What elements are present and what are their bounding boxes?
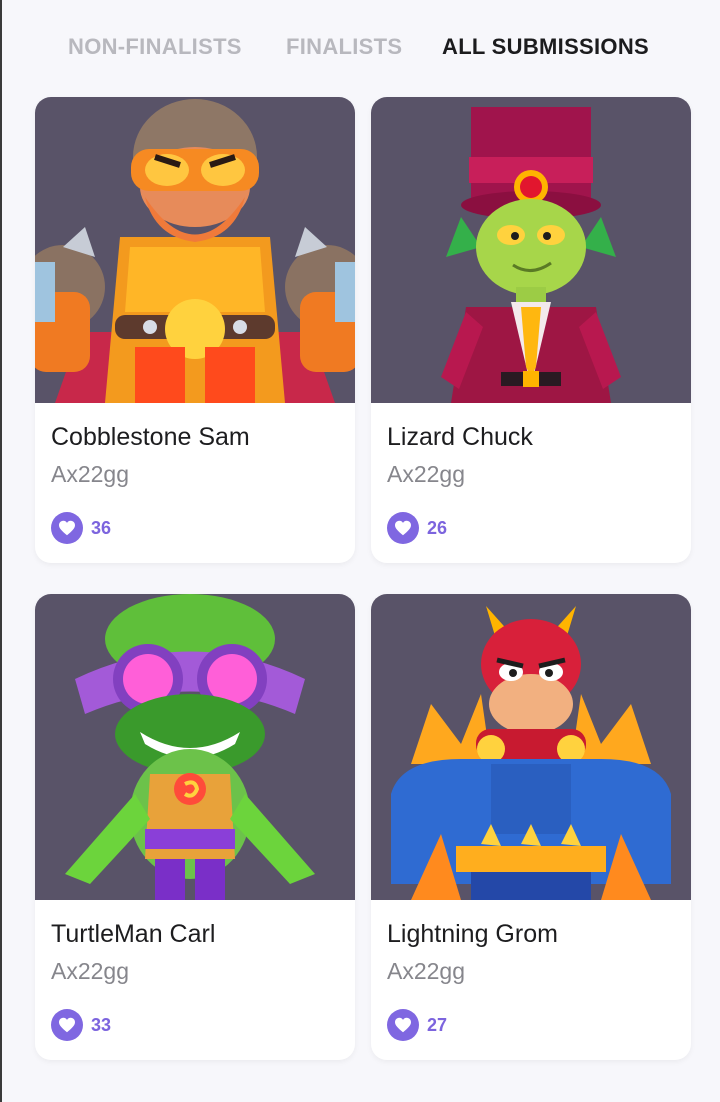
like-count: 33 [91,1015,112,1035]
submission-card-cobblestone-sam[interactable]: Cobblestone Sam Ax22gg 36 [35,97,355,563]
submission-author: Ax22gg [51,958,130,984]
submission-card-lizard-chuck[interactable]: Lizard Chuck Ax22gg 26 [371,97,691,563]
submission-image [371,97,691,403]
submission-card-lightning-grom[interactable]: Lightning Grom Ax22gg 27 [371,594,691,1060]
like-button[interactable] [387,1009,419,1041]
tab-all-submissions[interactable]: ALL SUBMISSIONS [442,34,649,60]
like-count: 36 [91,518,112,538]
submission-image [371,594,691,900]
page: NON-FINALISTS FINALISTS ALL SUBMISSIONS [0,0,720,1102]
submission-image [35,97,355,403]
heart-icon [59,1017,75,1033]
submission-author: Ax22gg [51,461,130,487]
submission-title: Lightning Grom [387,920,558,948]
tab-finalists[interactable]: FINALISTS [286,34,402,60]
submission-title: Cobblestone Sam [51,423,250,451]
heart-icon [395,1017,411,1033]
submission-title: TurtleMan Carl [51,920,216,948]
filter-tabs: NON-FINALISTS FINALISTS ALL SUBMISSIONS [2,34,720,64]
tab-non-finalists[interactable]: NON-FINALISTS [68,34,242,60]
heart-icon [59,520,75,536]
heart-icon [395,520,411,536]
like-button[interactable] [51,512,83,544]
submission-card-turtleman-carl[interactable]: TurtleMan Carl Ax22gg 33 [35,594,355,1060]
submission-author: Ax22gg [387,461,466,487]
like-count: 27 [427,1015,448,1035]
like-button[interactable] [51,1009,83,1041]
like-count: 26 [427,518,448,538]
like-button[interactable] [387,512,419,544]
submission-title: Lizard Chuck [387,423,533,451]
submission-author: Ax22gg [387,958,466,984]
submission-image [35,594,355,900]
